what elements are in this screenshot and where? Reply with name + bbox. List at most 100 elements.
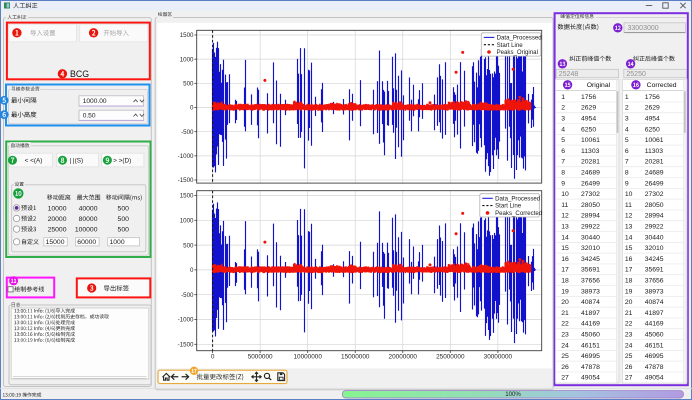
svg-text:25000: 25000 [48, 227, 67, 234]
svg-text:19: 19 [561, 288, 569, 295]
svg-text:30440: 30440 [581, 234, 600, 241]
svg-text:35691: 35691 [581, 267, 600, 274]
svg-text:8: 8 [561, 170, 565, 177]
svg-text:-1500: -1500 [178, 342, 194, 349]
svg-text:4: 4 [561, 126, 565, 133]
svg-text:2: 2 [561, 105, 565, 112]
svg-text:41897: 41897 [645, 310, 664, 317]
svg-text:49054: 49054 [645, 375, 664, 382]
svg-text:500: 500 [118, 216, 130, 223]
svg-text:1000: 1000 [180, 218, 194, 225]
svg-text:500: 500 [118, 205, 130, 212]
svg-text:26499: 26499 [645, 180, 664, 187]
svg-text:11303: 11303 [581, 148, 600, 155]
svg-text:27302: 27302 [645, 191, 664, 198]
svg-text:13: 13 [625, 224, 633, 231]
svg-text:5: 5 [625, 137, 629, 144]
svg-text:12: 12 [625, 213, 633, 220]
svg-text:47878: 47878 [581, 364, 600, 371]
svg-text:46151: 46151 [645, 342, 664, 349]
svg-text:27302: 27302 [581, 191, 600, 198]
svg-text:100000: 100000 [75, 227, 98, 234]
svg-text:25: 25 [625, 353, 633, 360]
svg-text:80000: 80000 [79, 216, 98, 223]
svg-text:34245: 34245 [645, 256, 664, 263]
svg-text:26: 26 [625, 364, 633, 371]
svg-text:4: 4 [625, 126, 629, 133]
svg-text:21: 21 [625, 310, 633, 317]
svg-text:25248: 25248 [559, 71, 579, 78]
svg-text:6250: 6250 [581, 126, 596, 133]
svg-text:10: 10 [561, 191, 569, 198]
svg-text:1000: 1000 [180, 56, 194, 63]
svg-text:1000: 1000 [110, 239, 125, 246]
svg-text:45060: 45060 [645, 332, 664, 339]
svg-text:6250: 6250 [645, 126, 660, 133]
svg-text:47878: 47878 [645, 364, 664, 371]
svg-text:20000000: 20000000 [389, 354, 418, 361]
svg-text:32010: 32010 [581, 245, 600, 252]
svg-text:28050: 28050 [581, 202, 600, 209]
svg-text:27: 27 [625, 375, 633, 382]
svg-text:> >(D): > >(D) [113, 157, 131, 164]
svg-text:1500: 1500 [180, 193, 194, 200]
svg-text:44169: 44169 [581, 321, 600, 328]
svg-text:28994: 28994 [581, 213, 600, 220]
svg-text:Start Line: Start Line [497, 42, 524, 49]
svg-text:0.50: 0.50 [83, 113, 96, 120]
svg-text:1756: 1756 [581, 94, 596, 101]
svg-text:9: 9 [625, 180, 629, 187]
svg-text:23: 23 [561, 332, 569, 339]
svg-text:5000000: 5000000 [248, 354, 273, 361]
svg-text:20281: 20281 [581, 159, 600, 166]
svg-text:13: 13 [561, 224, 569, 231]
svg-text:Peaks_Corrected: Peaks_Corrected [495, 210, 542, 217]
svg-text:15: 15 [561, 245, 569, 252]
svg-text:100%: 100% [505, 391, 521, 398]
svg-text:4954: 4954 [581, 116, 596, 123]
svg-text:30000000: 30000000 [484, 354, 513, 361]
svg-text:16: 16 [625, 256, 633, 263]
svg-text:Corrected: Corrected [647, 82, 677, 89]
svg-text:-1000: -1000 [178, 317, 194, 324]
svg-text:2629: 2629 [645, 105, 660, 112]
svg-text:0: 0 [211, 354, 215, 361]
svg-text:20281: 20281 [645, 159, 664, 166]
svg-text:0: 0 [190, 105, 194, 112]
svg-text:1: 1 [561, 94, 565, 101]
svg-text:60000: 60000 [77, 239, 96, 246]
svg-text:46151: 46151 [581, 342, 600, 349]
svg-text:37656: 37656 [581, 278, 600, 285]
svg-text:| |(S): | |(S) [69, 157, 83, 164]
svg-text:Peaks_Original: Peaks_Original [497, 49, 538, 56]
svg-text:22: 22 [561, 321, 569, 328]
svg-text:10000: 10000 [48, 205, 67, 212]
svg-text:12: 12 [561, 213, 569, 220]
svg-text:11: 11 [625, 202, 632, 209]
svg-text:35691: 35691 [645, 267, 664, 274]
svg-text:5: 5 [561, 137, 565, 144]
svg-text:20: 20 [561, 299, 569, 306]
svg-text:28050: 28050 [645, 202, 664, 209]
svg-text:500: 500 [183, 81, 194, 88]
svg-text:< <(A): < <(A) [25, 157, 43, 164]
svg-text:0: 0 [190, 267, 194, 274]
svg-text:15000000: 15000000 [341, 354, 370, 361]
svg-text:34245: 34245 [581, 256, 600, 263]
svg-text:26: 26 [561, 364, 569, 371]
svg-text:Data_Processed: Data_Processed [497, 35, 542, 42]
svg-text:14: 14 [561, 234, 569, 241]
svg-text:7: 7 [625, 159, 629, 166]
svg-text:16: 16 [561, 256, 569, 263]
svg-text:40874: 40874 [645, 299, 664, 306]
svg-text:4954: 4954 [645, 116, 660, 123]
svg-text:25000000: 25000000 [436, 354, 465, 361]
svg-text:23: 23 [625, 332, 633, 339]
svg-text:40874: 40874 [581, 299, 600, 306]
svg-text:Data_Processed: Data_Processed [495, 195, 540, 202]
svg-text:17: 17 [561, 267, 569, 274]
svg-text:32010: 32010 [645, 245, 664, 252]
svg-text:Original: Original [587, 82, 611, 89]
svg-text:17: 17 [625, 267, 633, 274]
svg-text:38973: 38973 [581, 288, 600, 295]
